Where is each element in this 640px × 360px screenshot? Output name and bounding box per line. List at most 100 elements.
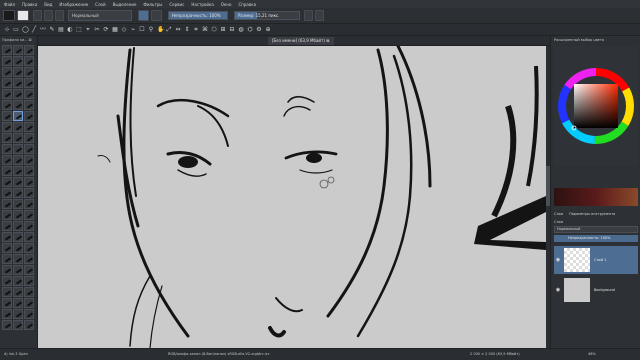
brush-preset-icon[interactable]: [24, 298, 34, 308]
menu-item[interactable]: Окно: [221, 2, 232, 7]
brush-preset-icon[interactable]: [13, 276, 23, 286]
tab-tool-options[interactable]: Параметры инструмента: [569, 212, 615, 216]
brush-preset-icon[interactable]: [13, 287, 23, 297]
brush-preset-icon[interactable]: [2, 243, 12, 253]
tool-icon[interactable]: ╱: [31, 27, 37, 33]
brush-preset-icon[interactable]: [13, 199, 23, 209]
menu-item[interactable]: Вид: [44, 2, 52, 7]
menu-item[interactable]: Правка: [22, 2, 37, 7]
tool-icon[interactable]: ⊕: [265, 27, 271, 33]
brush-preset-icon[interactable]: [24, 133, 34, 143]
brush-preset-icon[interactable]: [24, 166, 34, 176]
brush-preset-icon[interactable]: [24, 254, 34, 264]
brush-preset-icon[interactable]: [2, 56, 12, 66]
brush-preset-icon[interactable]: [24, 122, 34, 132]
tool-icon[interactable]: 〰: [40, 27, 46, 33]
brush-preset-icon[interactable]: [13, 111, 23, 121]
document-tab[interactable]: [Без имени] (63,9 Мбайт) ⊠: [268, 37, 334, 45]
layer-row-layer1[interactable]: ◉ Слой 1: [554, 246, 638, 274]
brush-preset-icon[interactable]: [2, 265, 12, 275]
tab-layers[interactable]: Слои: [554, 212, 563, 216]
tool-icon[interactable]: ⊹: [4, 27, 10, 33]
foreground-color-swatch[interactable]: [3, 10, 15, 21]
brush-preset-icon[interactable]: [2, 298, 12, 308]
tool-icon[interactable]: ⟳: [103, 27, 109, 33]
tool-icon[interactable]: ◍: [238, 27, 244, 33]
brush-preset-icon[interactable]: [13, 89, 23, 99]
color-history-strip[interactable]: [554, 188, 638, 206]
opacity-slider[interactable]: Непрозрачность: 100%: [168, 11, 228, 20]
layer-opacity-slider[interactable]: Непрозрачность: 100%: [554, 235, 638, 242]
brush-preset-icon[interactable]: [13, 45, 23, 55]
brush-preset-icon[interactable]: [2, 254, 12, 264]
layer-row-background[interactable]: ◉ Background: [554, 276, 638, 304]
brush-preset-icon[interactable]: [24, 265, 34, 275]
brush-preset-icon[interactable]: [24, 144, 34, 154]
brush-preset-icon[interactable]: [2, 166, 12, 176]
brush-preset-icon[interactable]: [24, 309, 34, 319]
swap-colors-button[interactable]: [33, 10, 42, 21]
tool-icon[interactable]: ⇕: [184, 27, 190, 33]
tool-icon[interactable]: ⊞: [220, 27, 226, 33]
brush-preset-icon[interactable]: [24, 232, 34, 242]
gradient-button[interactable]: [44, 10, 53, 21]
brush-preset-icon[interactable]: [13, 309, 23, 319]
tool-icon[interactable]: ⌖: [85, 27, 91, 33]
brush-preset-icon[interactable]: [2, 199, 12, 209]
tool-icon[interactable]: ▦: [112, 27, 118, 33]
tool-icon[interactable]: ⤢: [166, 27, 172, 33]
brush-preset-icon[interactable]: [2, 67, 12, 77]
tool-icon[interactable]: ⬚: [76, 27, 82, 33]
tool-icon[interactable]: ⌗: [193, 27, 199, 33]
brush-preset-icon[interactable]: [13, 67, 23, 77]
eraser-mode-button[interactable]: [138, 10, 149, 21]
brush-preset-icon[interactable]: [13, 298, 23, 308]
blend-mode-dropdown[interactable]: Нормальный: [68, 10, 132, 21]
mirror-vertical-button[interactable]: [315, 10, 324, 21]
brush-preset-icon[interactable]: [24, 78, 34, 88]
tool-icon[interactable]: ⬡: [211, 27, 217, 33]
brush-preset-icon[interactable]: [2, 287, 12, 297]
menu-item[interactable]: Изображение: [59, 2, 88, 7]
brush-preset-icon[interactable]: [13, 144, 23, 154]
brush-preset-icon[interactable]: [24, 221, 34, 231]
brush-preset-icon[interactable]: [13, 155, 23, 165]
tool-icon[interactable]: ✋: [157, 27, 164, 33]
brush-size-slider[interactable]: Размер: 15,21 пикс.: [234, 11, 300, 20]
brush-preset-icon[interactable]: [2, 155, 12, 165]
brush-preset-icon[interactable]: [13, 232, 23, 242]
brush-preset-icon[interactable]: [2, 276, 12, 286]
brush-preset-icon[interactable]: [13, 100, 23, 110]
brush-preset-icon[interactable]: [24, 177, 34, 187]
brush-preset-icon[interactable]: [13, 210, 23, 220]
layer-blend-mode-dropdown[interactable]: Нормальный: [554, 226, 638, 233]
tool-icon[interactable]: ⌘: [202, 27, 208, 33]
brush-preset-icon[interactable]: [13, 221, 23, 231]
menu-item[interactable]: Фильтры: [143, 2, 162, 7]
tool-icon[interactable]: ⌬: [247, 27, 253, 33]
brush-preset-icon[interactable]: [2, 111, 12, 121]
brush-preset-icon[interactable]: [24, 276, 34, 286]
brush-preset-icon[interactable]: [24, 100, 34, 110]
brush-preset-icon[interactable]: [13, 188, 23, 198]
status-zoom[interactable]: 48%: [588, 352, 596, 356]
brush-preset-icon[interactable]: [24, 56, 34, 66]
drawing-canvas[interactable]: [38, 46, 546, 348]
brush-preset-icon[interactable]: [2, 177, 12, 187]
tool-icon[interactable]: ◐: [67, 27, 73, 33]
brush-preset-icon[interactable]: [13, 122, 23, 132]
mirror-horizontal-button[interactable]: [304, 10, 313, 21]
brush-preset-icon[interactable]: [2, 45, 12, 55]
brush-preset-icon[interactable]: [24, 111, 34, 121]
menu-item[interactable]: Выделение: [113, 2, 137, 7]
brush-preset-icon[interactable]: [13, 166, 23, 176]
tool-icon[interactable]: ▭: [13, 27, 19, 33]
visibility-eye-icon[interactable]: ◉: [554, 287, 562, 293]
menu-item[interactable]: Слой: [95, 2, 105, 7]
brush-preset-icon[interactable]: [24, 188, 34, 198]
tool-icon[interactable]: ⚲: [148, 27, 154, 33]
brush-preset-icon[interactable]: [24, 210, 34, 220]
brush-preset-icon[interactable]: [24, 67, 34, 77]
tool-icon[interactable]: ✂: [94, 27, 100, 33]
brush-preset-icon[interactable]: [13, 133, 23, 143]
